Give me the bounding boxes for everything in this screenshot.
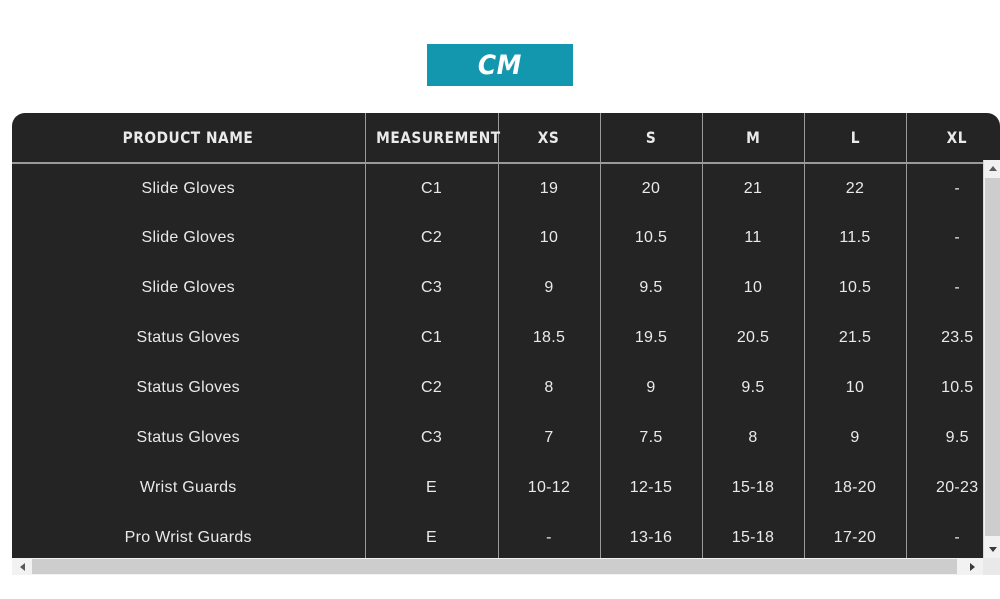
cell-l: 17-20 [804, 513, 907, 558]
size-chart-page: CM PRODUCT NAME MEASUREMENT XS S M L XL … [0, 0, 1000, 599]
cell-l: 11.5 [804, 213, 907, 263]
cell-measurement: E [365, 463, 499, 513]
cell-m: 20.5 [702, 313, 805, 363]
triangle-up-icon [988, 166, 997, 171]
size-table-panel: PRODUCT NAME MEASUREMENT XS S M L XL Sli… [12, 113, 1000, 558]
cell-xs: 7 [498, 413, 601, 463]
scroll-left-button[interactable] [12, 558, 29, 575]
table-row: Status Gloves C3 7 7.5 8 9 9.5 [12, 413, 1000, 463]
cell-product-name: Status Gloves [12, 413, 366, 463]
cell-xs: 18.5 [498, 313, 601, 363]
cell-measurement: C3 [365, 263, 499, 313]
cell-s: 19.5 [600, 313, 703, 363]
cell-l: 21.5 [804, 313, 907, 363]
table-row: Slide Gloves C3 9 9.5 10 10.5 - [12, 263, 1000, 313]
column-header-xs[interactable]: XS [498, 113, 601, 164]
cell-measurement: C1 [365, 313, 499, 363]
cell-l: 18-20 [804, 463, 907, 513]
cell-l: 22 [804, 163, 907, 213]
column-header-m[interactable]: M [702, 113, 805, 164]
cell-m: 10 [702, 263, 805, 313]
column-header-xl[interactable]: XL [906, 113, 1000, 164]
header-row: PRODUCT NAME MEASUREMENT XS S M L XL [12, 113, 1000, 164]
cell-xs: 19 [498, 163, 601, 213]
cell-xs: 9 [498, 263, 601, 313]
header-label: MEASUREMENT [375, 128, 501, 147]
header-label: XS [538, 128, 560, 147]
table-row: Status Gloves C1 18.5 19.5 20.5 21.5 23.… [12, 313, 1000, 363]
cell-m: 11 [702, 213, 805, 263]
horizontal-scrollbar-thumb[interactable] [32, 559, 957, 574]
cell-s: 20 [600, 163, 703, 213]
table-row: Status Gloves C2 8 9 9.5 10 10.5 [12, 363, 1000, 413]
cell-m: 9.5 [702, 363, 805, 413]
cell-l: 10 [804, 363, 907, 413]
triangle-down-icon [988, 547, 997, 552]
cell-product-name: Status Gloves [12, 363, 366, 413]
cell-xs: 10 [498, 213, 601, 263]
cell-product-name: Slide Gloves [12, 163, 366, 213]
cell-xs: - [498, 513, 601, 558]
cell-s: 9.5 [600, 263, 703, 313]
scrollbar-corner [983, 558, 1000, 575]
unit-tab-bar: CM [0, 44, 1000, 86]
table-row: Wrist Guards E 10-12 12-15 15-18 18-20 2… [12, 463, 1000, 513]
header-label: S [645, 128, 657, 147]
cell-measurement: C3 [365, 413, 499, 463]
header-label: M [745, 128, 761, 147]
header-label: L [850, 128, 860, 147]
table-row: Slide Gloves C2 10 10.5 11 11.5 - [12, 213, 1000, 263]
size-chart-table: PRODUCT NAME MEASUREMENT XS S M L XL Sli… [12, 113, 1000, 558]
unit-tab-label: CM [478, 49, 522, 81]
cell-measurement: C1 [365, 163, 499, 213]
vertical-scrollbar[interactable] [983, 160, 1000, 558]
table-row: Slide Gloves C1 19 20 21 22 - [12, 163, 1000, 213]
cell-product-name: Wrist Guards [12, 463, 366, 513]
scroll-up-button[interactable] [984, 160, 1000, 177]
cell-s: 10.5 [600, 213, 703, 263]
column-header-s[interactable]: S [600, 113, 703, 164]
cell-measurement: C2 [365, 213, 499, 263]
cell-s: 13-16 [600, 513, 703, 558]
cell-l: 10.5 [804, 263, 907, 313]
cell-product-name: Pro Wrist Guards [12, 513, 366, 558]
scroll-down-button[interactable] [984, 541, 1000, 558]
cell-m: 15-18 [702, 463, 805, 513]
cell-s: 9 [600, 363, 703, 413]
unit-tab-cm[interactable]: CM [427, 44, 573, 86]
cell-measurement: C2 [365, 363, 499, 413]
table-row: Pro Wrist Guards E - 13-16 15-18 17-20 - [12, 513, 1000, 558]
table-header: PRODUCT NAME MEASUREMENT XS S M L XL [12, 113, 1000, 164]
cell-l: 9 [804, 413, 907, 463]
vertical-scrollbar-thumb[interactable] [985, 178, 1000, 536]
cell-m: 15-18 [702, 513, 805, 558]
header-label: XL [947, 128, 968, 147]
table-body: Slide Gloves C1 19 20 21 22 - Slide Glov… [12, 163, 1000, 558]
cell-xs: 8 [498, 363, 601, 413]
cell-s: 7.5 [600, 413, 703, 463]
cell-measurement: E [365, 513, 499, 558]
cell-xs: 10-12 [498, 463, 601, 513]
cell-product-name: Slide Gloves [12, 213, 366, 263]
scroll-right-button[interactable] [966, 558, 983, 575]
triangle-right-icon [970, 562, 979, 571]
triangle-left-icon [16, 562, 25, 571]
column-header-measurement[interactable]: MEASUREMENT [365, 113, 501, 164]
column-header-l[interactable]: L [804, 113, 907, 164]
horizontal-scrollbar[interactable] [12, 558, 1000, 575]
cell-m: 8 [702, 413, 805, 463]
cell-s: 12-15 [600, 463, 703, 513]
cell-product-name: Slide Gloves [12, 263, 366, 313]
cell-m: 21 [702, 163, 805, 213]
header-label: PRODUCT NAME [122, 128, 254, 147]
cell-product-name: Status Gloves [12, 313, 366, 363]
column-header-product-name[interactable]: PRODUCT NAME [12, 113, 366, 164]
